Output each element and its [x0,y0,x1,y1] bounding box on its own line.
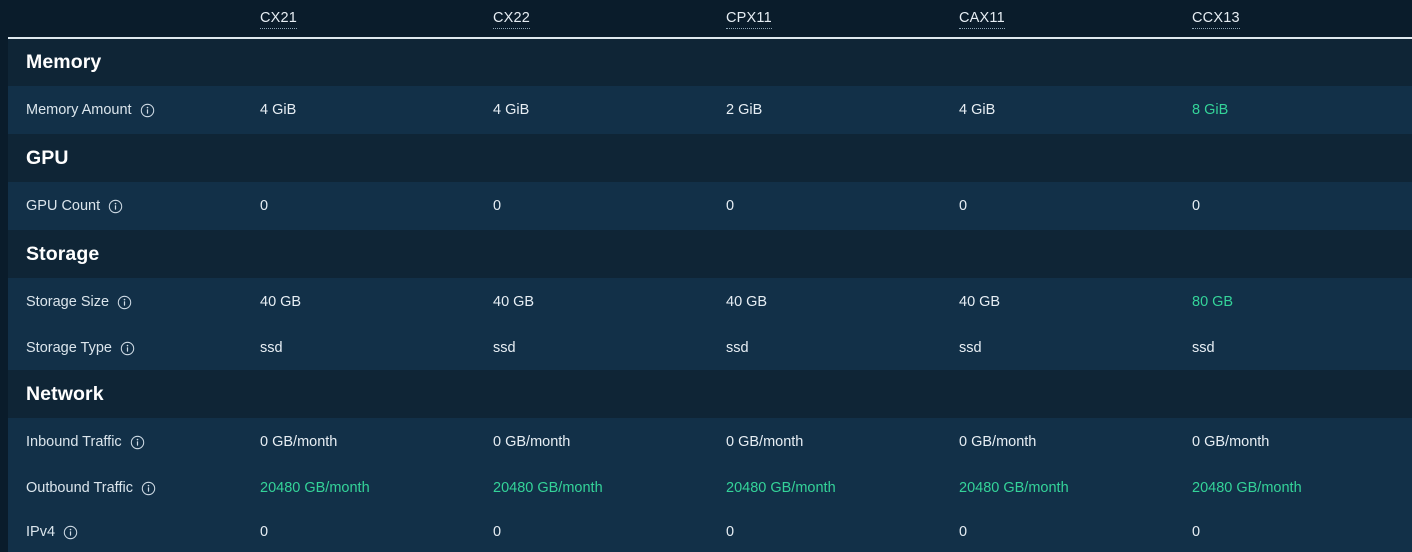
value-cell: 0 [1192,510,1412,552]
row-label-text: Storage Type [26,340,112,356]
value-cell: 8 GiB [1192,86,1412,134]
plan-header-row: CX21 CX22 CPX11 CAX11 CCX13 [8,0,1412,39]
table-body: Memory Memory Amount 4 GiB 4 GiB 2 GiB 4 GiB 8… [8,38,1412,552]
table-row: Storage Type ssd ssd ssd ssd ssd [8,326,1412,370]
info-icon[interactable] [130,435,145,450]
plan-column-header: CPX11 [726,0,959,39]
value-cell: 40 GB [493,278,726,326]
section-title: GPU [26,146,69,169]
value-cell: 0 [726,182,959,230]
section-header-cell: Memory [8,38,1412,86]
row-label-wrap: Storage Type [26,340,135,356]
info-icon[interactable] [117,295,132,310]
value-cell: 0 [493,510,726,552]
section-header-cell: Network [8,370,1412,418]
value-cell: 20480 GB/month [493,466,726,510]
value-cell: 0 GB/month [260,418,493,466]
value-cell: 0 [1192,182,1412,230]
value-cell: ssd [726,326,959,370]
plan-column-header: CX22 [493,0,726,39]
plan-name-cpx11[interactable]: CPX11 [726,10,772,29]
row-label-cell: Storage Type [8,326,260,370]
section-header-row: Network [8,370,1412,418]
row-label-wrap: GPU Count [26,198,123,214]
value-cell: 4 GiB [260,86,493,134]
value-cell: 20480 GB/month [959,466,1192,510]
value-cell: 40 GB [726,278,959,326]
row-label-text: Inbound Traffic [26,434,122,450]
row-label-text: Outbound Traffic [26,480,133,496]
comparison-page: CX21 CX22 CPX11 CAX11 CCX13 Memory Memory Amo… [0,0,1412,552]
row-label-wrap: Storage Size [26,294,132,310]
value-cell: 0 GB/month [493,418,726,466]
plan-column-header: CCX13 [1192,0,1412,39]
plan-column-header: CAX11 [959,0,1192,39]
table-row: Outbound Traffic 20480 GB/month 20480 GB/m… [8,466,1412,510]
table-row: Memory Amount 4 GiB 4 GiB 2 GiB 4 GiB 8 GiB [8,86,1412,134]
table-row: Inbound Traffic 0 GB/month 0 GB/month 0 GB/… [8,418,1412,466]
table-row: GPU Count 0 0 0 0 0 [8,182,1412,230]
value-cell: 0 [959,510,1192,552]
section-header-row: GPU [8,134,1412,182]
row-label-wrap: Memory Amount [26,102,155,118]
row-label-wrap: Outbound Traffic [26,480,156,496]
section-title: Network [26,382,104,405]
section-header-row: Storage [8,230,1412,278]
value-cell: 0 [260,510,493,552]
table-header: CX21 CX22 CPX11 CAX11 CCX13 [8,0,1412,39]
section-title: Storage [26,242,100,265]
info-icon[interactable] [63,525,78,540]
plan-column-header: CX21 [260,0,493,39]
row-label-text: IPv4 [26,524,56,540]
value-cell: 80 GB [1192,278,1412,326]
plan-name-ccx13[interactable]: CCX13 [1192,10,1240,29]
section-title: Memory [26,51,102,73]
value-cell: 0 [493,182,726,230]
value-cell: 40 GB [959,278,1192,326]
row-label-cell: Memory Amount [8,86,260,134]
value-cell: 4 GiB [493,86,726,134]
row-label-text: GPU Count [26,198,101,214]
plan-name-cx21[interactable]: CX21 [260,10,298,29]
row-label-text: Memory Amount [26,102,132,118]
plan-comparison-table: CX21 CX22 CPX11 CAX11 CCX13 Memory Memory Amo… [8,0,1412,552]
table-row: IPv4 0 0 0 0 0 [8,510,1412,552]
value-cell: 0 [260,182,493,230]
value-cell: ssd [260,326,493,370]
value-cell: 40 GB [260,278,493,326]
info-icon[interactable] [141,481,156,496]
value-cell: 4 GiB [959,86,1192,134]
value-cell: 0 GB/month [726,418,959,466]
row-label-wrap: IPv4 [26,524,78,540]
value-cell: 20480 GB/month [260,466,493,510]
value-cell: 0 GB/month [1192,418,1412,466]
row-label-wrap: Inbound Traffic [26,434,145,450]
row-label-cell: GPU Count [8,182,260,230]
row-label-cell: IPv4 [8,510,260,552]
value-cell: 20480 GB/month [726,466,959,510]
value-cell: ssd [1192,326,1412,370]
value-cell: 20480 GB/month [1192,466,1412,510]
section-header-cell: GPU [8,134,1412,182]
info-icon[interactable] [108,199,123,214]
value-cell: 2 GiB [726,86,959,134]
plan-name-cx22[interactable]: CX22 [493,10,531,29]
value-cell: 0 [959,182,1192,230]
info-icon[interactable] [120,341,135,356]
row-label-text: Storage Size [26,294,110,310]
section-header-row: Memory [8,38,1412,86]
value-cell: ssd [959,326,1192,370]
value-cell: 0 [726,510,959,552]
section-header-cell: Storage [8,230,1412,278]
value-cell: 0 GB/month [959,418,1192,466]
row-label-cell: Inbound Traffic [8,418,260,466]
row-label-cell: Storage Size [8,278,260,326]
value-cell: ssd [493,326,726,370]
row-label-cell: Outbound Traffic [8,466,260,510]
info-icon[interactable] [140,103,155,118]
plan-name-cax11[interactable]: CAX11 [959,10,1005,29]
table-row: Storage Size 40 GB 40 GB 40 GB 40 GB 80 GB [8,278,1412,326]
row-label-header-cell [8,0,260,39]
